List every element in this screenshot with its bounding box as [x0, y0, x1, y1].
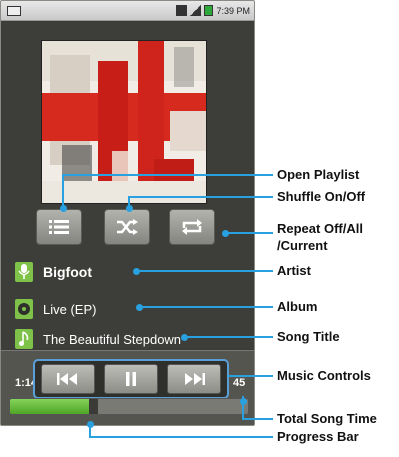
callout-line-song-title	[184, 336, 273, 338]
status-time: 7:39 PM	[216, 5, 250, 16]
song-title: The Beautiful Stepdown	[43, 331, 182, 347]
album-row: Live (EP)	[15, 299, 96, 319]
callout-line-total-time-h	[242, 418, 273, 420]
progress-fill	[10, 399, 89, 414]
album-art	[41, 40, 207, 204]
notification-icon	[7, 6, 21, 16]
music-note-icon	[15, 329, 33, 349]
progress-thumb[interactable]	[89, 399, 98, 414]
pause-button[interactable]	[104, 364, 158, 394]
callout-line-album	[139, 306, 273, 308]
repeat-icon	[182, 219, 202, 235]
callout-line-music-controls	[228, 375, 273, 377]
status-icons: 7:39 PM	[176, 5, 250, 16]
callout-line-progress-h	[89, 436, 273, 438]
artist-name: Bigfoot	[43, 264, 92, 280]
open-playlist-button[interactable]	[36, 209, 82, 245]
callout-line-playlist	[62, 174, 64, 207]
callout-line-playlist-h	[62, 174, 273, 176]
music-controls	[33, 359, 229, 399]
callout-line-repeat	[225, 232, 273, 234]
pause-icon	[126, 372, 136, 386]
microphone-icon	[15, 262, 33, 282]
callout-total-song-time: Total Song Time	[277, 411, 377, 426]
song-title-row: The Beautiful Stepdown	[15, 329, 181, 349]
status-bar: 7:39 PM	[1, 1, 254, 21]
callout-line-total-time	[242, 396, 244, 420]
callout-repeat-line1: Repeat Off/All	[277, 221, 363, 236]
music-player-screen: 7:39 PM Bigfoot Live (EP) The Beautiful …	[0, 0, 255, 426]
shuffle-button[interactable]	[104, 209, 150, 245]
previous-track-icon	[57, 373, 77, 385]
callout-line-artist	[136, 270, 273, 272]
callout-shuffle: Shuffle On/Off	[277, 189, 366, 204]
battery-icon	[204, 5, 214, 16]
network-icon	[176, 5, 188, 16]
disc-icon	[15, 299, 33, 319]
player-content: Bigfoot Live (EP) The Beautiful Stepdown	[1, 22, 254, 349]
next-button[interactable]	[167, 364, 221, 394]
signal-icon	[190, 5, 202, 16]
callout-open-playlist: Open Playlist	[277, 167, 360, 182]
controls-area: 1:14 45	[1, 350, 254, 425]
previous-button[interactable]	[41, 364, 95, 394]
callout-music-controls: Music Controls	[277, 368, 371, 383]
callout-song-title: Song Title	[277, 329, 340, 344]
list-icon	[49, 220, 69, 234]
callout-line-progress	[89, 423, 91, 437]
progress-bar[interactable]	[9, 398, 249, 415]
shuffle-icon	[117, 219, 138, 235]
callout-repeat-line2: /Current	[277, 238, 328, 253]
artist-row: Bigfoot	[15, 262, 92, 282]
album-name: Live (EP)	[43, 301, 97, 317]
callout-progress-bar: Progress Bar	[277, 429, 359, 444]
callout-line-shuffle-h	[128, 196, 273, 198]
next-track-icon	[185, 373, 205, 385]
total-time: 45	[233, 377, 246, 389]
callout-album: Album	[277, 299, 318, 314]
callout-artist: Artist	[277, 263, 311, 278]
repeat-button[interactable]	[169, 209, 215, 245]
